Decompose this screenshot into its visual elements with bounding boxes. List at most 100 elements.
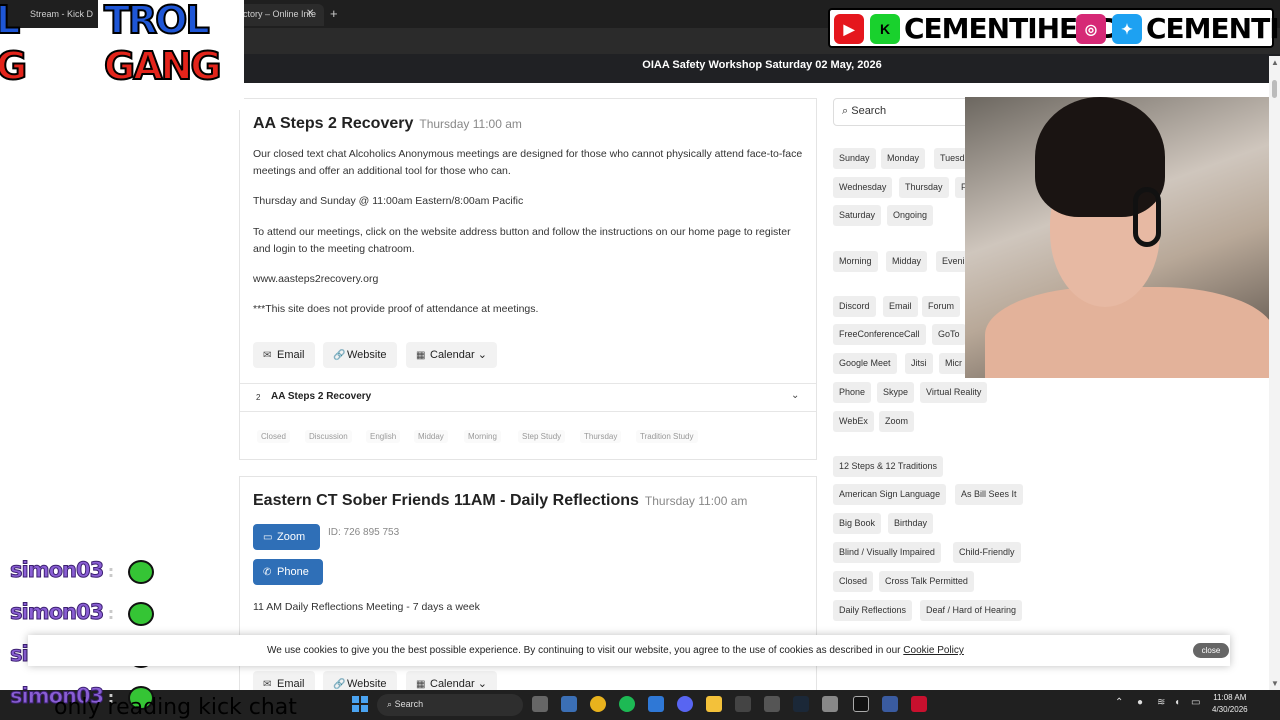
search-icon: ⌕ — [387, 699, 393, 709]
spotify-icon[interactable] — [619, 696, 635, 712]
filter-type-chip[interactable]: FreeConferenceCall — [833, 324, 926, 345]
scroll-down-arrow-icon[interactable]: ▼ — [1271, 679, 1279, 688]
windows-start-icon[interactable] — [352, 696, 368, 712]
zoom-button[interactable]: ▭ Zoom — [253, 524, 320, 550]
filter-day-chip[interactable]: Saturday — [833, 205, 882, 226]
obs-icon[interactable] — [735, 696, 751, 712]
app-icon[interactable] — [853, 696, 869, 712]
filter-type-chip[interactable]: Jitsi — [905, 353, 933, 374]
filter-day-chip[interactable]: Sunday — [833, 148, 876, 169]
microphone-icon[interactable]: ● — [1137, 697, 1143, 708]
meeting-tag: Thursday — [580, 430, 622, 443]
video-icon: ▭ — [263, 532, 273, 543]
filter-day-chip[interactable]: Thursday — [899, 177, 949, 198]
filter-feature-chip[interactable]: Daily Reflections — [833, 600, 913, 621]
filter-feature-chip[interactable]: Blind / Visually Impaired — [833, 542, 941, 563]
website-button[interactable]: 🔗 Website — [323, 342, 397, 368]
filter-type-chip[interactable]: Discord — [833, 296, 876, 317]
filter-day-chip[interactable]: Ongoing — [887, 205, 934, 226]
chat-message: simon03 : — [9, 558, 114, 583]
filter-type-chip[interactable]: Phone — [833, 382, 872, 403]
filter-type-chip[interactable]: GoTo — [932, 324, 966, 345]
filter-type-chip[interactable]: WebEx — [833, 411, 874, 432]
meeting-url-text: www.aasteps2recovery.org — [253, 273, 379, 285]
filter-type-chip[interactable]: Google Meet — [833, 353, 897, 374]
meeting-instructions: To attend our meetings, click on the web… — [253, 226, 791, 255]
show-hidden-icons[interactable]: ⌃ — [1115, 697, 1123, 708]
page-scrollbar[interactable] — [1269, 56, 1280, 690]
wifi-icon[interactable]: ≋ — [1157, 697, 1165, 708]
filter-type-chip[interactable]: Virtual Reality — [920, 382, 988, 403]
group-accordion[interactable]: 2 AA Steps 2 Recovery ⌄ — [240, 383, 816, 412]
app-icon[interactable] — [882, 696, 898, 712]
calculator-icon[interactable] — [822, 696, 838, 712]
app-icon[interactable] — [911, 696, 927, 712]
battery-icon[interactable]: ▭ — [1191, 697, 1200, 708]
filter-feature-chip[interactable]: Cross Talk Permitted — [879, 571, 974, 592]
stream-logo-left: L G — [0, 0, 40, 110]
filter-type-chip[interactable]: Forum — [922, 296, 961, 317]
stream-caption: only reading kick chat — [54, 695, 297, 720]
stream-chat-panel — [0, 28, 244, 690]
social-handles-overlay: ▶ K CEMENTIHEAD ◎ ✦ CEMENTIII — [828, 8, 1280, 48]
logo-bottom-text: GANG — [103, 43, 223, 89]
filter-feature-chip[interactable]: Big Book — [833, 513, 882, 534]
filter-type-chip[interactable]: Email — [883, 296, 918, 317]
cookie-text: We use cookies to give you the best poss… — [267, 645, 964, 656]
cookie-close-button[interactable]: close — [1193, 643, 1229, 658]
search-input[interactable]: ⌕ Search — [833, 98, 973, 126]
filter-time-chip[interactable]: Morning — [833, 251, 878, 272]
scroll-up-arrow-icon[interactable]: ▲ — [1271, 58, 1279, 67]
discord-icon[interactable] — [677, 696, 693, 712]
meeting-tag: Morning — [464, 430, 501, 443]
filter-feature-chip[interactable]: Closed — [833, 571, 874, 592]
filter-type-chip[interactable]: Zoom — [879, 411, 915, 432]
filter-feature-chip[interactable]: American Sign Language — [833, 484, 947, 505]
stream-logo: TROL GANG — [98, 0, 244, 110]
scrollbar-thumb[interactable] — [1272, 80, 1277, 98]
attendance-disclaimer: ***This site does not provide proof of a… — [253, 303, 539, 315]
chevron-down-icon[interactable]: ⌄ — [791, 390, 799, 401]
cookie-policy-link[interactable]: Cookie Policy — [903, 645, 964, 656]
new-tab-button[interactable]: + — [330, 6, 338, 21]
calendar-button[interactable]: ▦ Calendar ⌄ — [406, 342, 497, 368]
chevron-down-icon: ⌄ — [477, 349, 487, 361]
photos-icon[interactable] — [648, 696, 664, 712]
app-icon[interactable] — [561, 696, 577, 712]
filter-day-chip[interactable]: Wednesday — [833, 177, 893, 198]
filter-feature-chip[interactable]: Birthday — [888, 513, 934, 534]
filter-type-chip[interactable]: Skype — [877, 382, 915, 403]
filter-feature-chip[interactable]: Deaf / Hard of Hearing — [920, 600, 1023, 621]
chrome-icon[interactable] — [590, 696, 606, 712]
app-icon[interactable] — [764, 696, 780, 712]
filter-day-chip[interactable]: Monday — [881, 148, 926, 169]
meeting-time: Thursday 11:00 am — [419, 117, 522, 131]
taskbar-search[interactable]: ⌕ Search — [377, 694, 523, 716]
chevron-down-icon: ⌄ — [477, 678, 487, 690]
steam-icon[interactable] — [793, 696, 809, 712]
email-button[interactable]: ✉ Email — [253, 342, 315, 368]
meeting-card: AA Steps 2 Recovery Thursday 11:00 am Our… — [239, 98, 817, 460]
close-tab-icon[interactable]: ✕ — [306, 8, 314, 19]
cookie-banner: We use cookies to give you the best poss… — [28, 635, 1230, 666]
filter-feature-chip[interactable]: Child-Friendly — [953, 542, 1021, 563]
calendar-icon: ▦ — [416, 350, 426, 361]
meeting-title[interactable]: AA Steps 2 Recovery Thursday 11:00 am — [253, 115, 522, 133]
taskbar-clock[interactable]: 11:08 AM 4/30/2026 — [1212, 692, 1248, 716]
logo-left-bottom: G — [0, 43, 28, 89]
volume-icon[interactable]: ◖ — [1174, 697, 1180, 708]
file-explorer-icon[interactable] — [706, 696, 722, 712]
meeting-tag: Step Study — [518, 430, 566, 443]
announcement-banner[interactable]: OIAA Safety Workshop Saturday 02 May, 20… — [244, 54, 1280, 83]
group-name: AA Steps 2 Recovery — [271, 391, 372, 402]
filter-feature-chip[interactable]: 12 Steps & 12 Traditions — [833, 456, 944, 477]
phone-button[interactable]: ✆ Phone — [253, 559, 323, 585]
task-view-icon[interactable] — [532, 696, 548, 712]
phone-icon: ✆ — [263, 567, 272, 578]
meeting-tag: Discussion — [305, 430, 352, 443]
filter-type-chip[interactable]: Micr — [939, 353, 968, 374]
headset-icon — [1133, 187, 1161, 247]
filter-time-chip[interactable]: Midday — [886, 251, 928, 272]
filter-feature-chip[interactable]: As Bill Sees It — [955, 484, 1023, 505]
meeting-title[interactable]: Eastern CT Sober Friends 11AM - Daily Re… — [253, 492, 747, 510]
